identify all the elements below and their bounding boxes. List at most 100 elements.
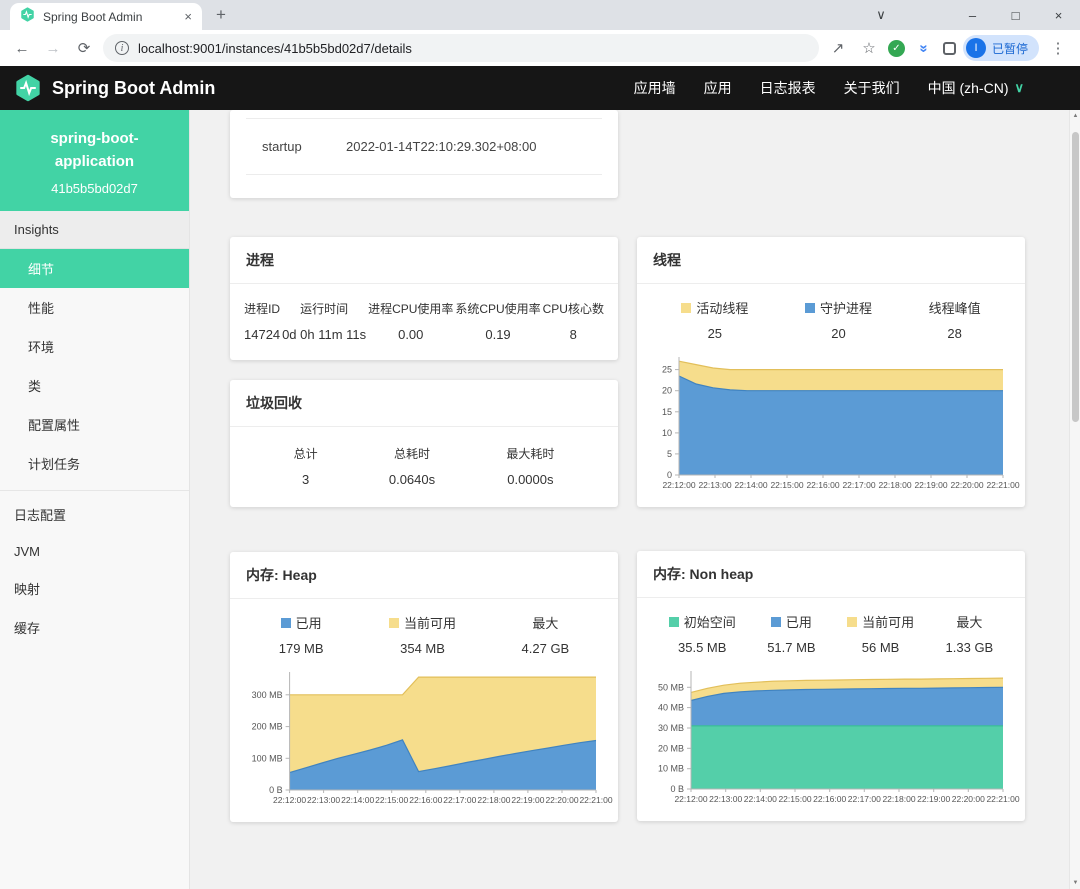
paused-label: 已暂停 [992, 40, 1028, 57]
svg-text:300 MB: 300 MB [252, 690, 283, 700]
sidebar-item-config-props[interactable]: 配置属性 [0, 405, 189, 444]
svg-text:22:20:00: 22:20:00 [950, 480, 983, 490]
address-bar[interactable]: i localhost:9001/instances/41b5b5bd02d7/… [103, 34, 819, 62]
stat-header: 进程CPU使用率 [368, 300, 453, 317]
svg-text:5: 5 [667, 449, 672, 459]
stat-value: 3 [302, 472, 309, 487]
nonheap-memory-chart: 0 B10 MB20 MB30 MB40 MB50 MB22:12:0022:1… [653, 665, 1009, 805]
legend-item-used: 已用 51.7 MB [767, 612, 815, 655]
legend-item-live-threads: 活动线程 25 [681, 298, 748, 341]
download-chevrons-icon[interactable]: » [915, 36, 932, 60]
svg-text:22:21:00: 22:21:00 [986, 480, 1019, 490]
svg-text:22:20:00: 22:20:00 [952, 794, 985, 804]
tab-title: Spring Boot Admin [43, 10, 176, 24]
stat-col-gc-max-time: 最大耗时 0.0000s [506, 445, 554, 487]
svg-text:20: 20 [662, 386, 672, 396]
legend-item-daemon-threads: 守护进程 20 [805, 298, 872, 341]
window-minimize-button[interactable]: – [951, 8, 994, 23]
legend-swatch [669, 617, 679, 627]
legend-value: 51.7 MB [767, 640, 815, 655]
process-stats: 进程ID 14724 运行时间 0d 0h 11m 11s 进程CPU使用率 0… [230, 284, 618, 360]
browser-menu-icon[interactable]: ⋮ [1046, 39, 1070, 57]
language-selector[interactable]: 中国 (zh-CN) ∨ [928, 78, 1024, 98]
scroll-down-icon[interactable]: ▼ [1070, 877, 1080, 889]
window-close-button[interactable]: × [1037, 8, 1080, 23]
svg-text:22:15:00: 22:15:00 [770, 480, 803, 490]
page-scrollbar[interactable]: ▲ ▼ [1069, 110, 1080, 889]
svg-text:22:21:00: 22:21:00 [986, 794, 1019, 804]
svg-text:22:19:00: 22:19:00 [917, 794, 950, 804]
scroll-up-icon[interactable]: ▲ [1070, 110, 1080, 122]
bookmark-star-icon[interactable]: ☆ [857, 39, 881, 57]
nav-item-wallboard[interactable]: 应用墙 [634, 78, 676, 98]
sidebar-item-environment[interactable]: 环境 [0, 327, 189, 366]
process-card: 进程 进程ID 14724 运行时间 0d 0h 11m 11s 进程CPU使用… [230, 237, 618, 360]
legend-swatch [681, 303, 691, 313]
site-info-icon[interactable]: i [115, 41, 129, 55]
startup-card: startup 2022-01-14T22:10:29.302+08:00 [230, 110, 618, 198]
legend-label: 活动线程 [696, 298, 748, 317]
legend-swatch [281, 618, 291, 628]
legend-label: 当前可用 [404, 613, 456, 632]
stat-value: 0.0000s [507, 472, 553, 487]
nav-item-applications[interactable]: 应用 [704, 78, 732, 98]
app-nav: 应用墙 应用 日志报表 关于我们 中国 (zh-CN) ∨ [634, 78, 1066, 98]
sidebar-item-mappings[interactable]: 映射 [0, 569, 189, 608]
legend-item-max: 最大 4.27 GB [522, 613, 570, 656]
chevron-down-icon: ∨ [1014, 80, 1024, 96]
extension-icon[interactable] [943, 42, 956, 55]
svg-text:200 MB: 200 MB [252, 722, 283, 732]
sidebar-item-metrics[interactable]: 性能 [0, 288, 189, 327]
legend-label: 当前可用 [862, 612, 914, 631]
legend-label: 最大 [532, 613, 558, 632]
window-maximize-button[interactable]: □ [994, 8, 1037, 23]
language-label: 中国 (zh-CN) [928, 78, 1009, 98]
sidebar-item-details[interactable]: 细节 [0, 249, 189, 288]
browser-tab[interactable]: Spring Boot Admin × [10, 3, 202, 30]
nav-item-about[interactable]: 关于我们 [844, 78, 900, 98]
stat-value: 0d 0h 11m 11s [282, 327, 366, 342]
legend-value: 20 [805, 326, 872, 341]
nonheap-card-title: 内存: Non heap [637, 551, 1025, 598]
nav-item-journal[interactable]: 日志报表 [760, 78, 816, 98]
legend-item-initial: 初始空间 35.5 MB [669, 612, 736, 655]
legend-item-max: 最大 1.33 GB [946, 612, 994, 655]
sidebar-item-loggers[interactable]: 日志配置 [0, 495, 189, 534]
svg-text:22:19:00: 22:19:00 [511, 795, 544, 805]
legend-value: 1.33 GB [946, 640, 994, 655]
svg-text:22:13:00: 22:13:00 [307, 795, 340, 805]
sidebar-section-insights: Insights [0, 211, 189, 249]
sidebar-item-jvm[interactable]: JVM [0, 534, 189, 569]
legend-value: 179 MB [279, 641, 324, 656]
refresh-button[interactable]: ⟳ [72, 39, 96, 57]
new-tab-button[interactable]: + [216, 5, 226, 25]
svg-text:22:17:00: 22:17:00 [842, 480, 875, 490]
back-button[interactable]: ← [10, 40, 34, 57]
svg-text:22:12:00: 22:12:00 [674, 794, 707, 804]
svg-text:50 MB: 50 MB [658, 682, 684, 692]
stat-col-cpus: CPU核心数 8 [543, 300, 604, 342]
window-controls: ∨ – □ × [851, 0, 1080, 30]
adblock-extension-icon[interactable]: ✓ [888, 40, 905, 57]
profile-paused-badge[interactable]: I 已暂停 [963, 35, 1039, 61]
sidebar-item-scheduled-tasks[interactable]: 计划任务 [0, 444, 189, 483]
stat-header: 运行时间 [300, 300, 348, 317]
legend-value: 35.5 MB [669, 640, 736, 655]
stat-header: 最大耗时 [506, 445, 554, 462]
threads-chart: 051015202522:12:0022:13:0022:14:0022:15:… [653, 351, 1009, 491]
sidebar-item-caches[interactable]: 缓存 [0, 608, 189, 647]
scrollbar-thumb[interactable] [1072, 132, 1079, 422]
sidebar-item-classes[interactable]: 类 [0, 366, 189, 405]
svg-text:22:15:00: 22:15:00 [375, 795, 408, 805]
url-text[interactable]: localhost:9001/instances/41b5b5bd02d7/de… [138, 41, 412, 56]
forward-button[interactable]: → [41, 40, 65, 57]
svg-text:22:20:00: 22:20:00 [545, 795, 578, 805]
heap-card-title: 内存: Heap [230, 552, 618, 599]
svg-text:20 MB: 20 MB [658, 743, 684, 753]
tab-close-icon[interactable]: × [184, 9, 192, 24]
stat-value: 8 [570, 327, 577, 342]
tab-search-caret-icon[interactable]: ∨ [851, 7, 911, 23]
svg-text:22:16:00: 22:16:00 [409, 795, 442, 805]
share-icon[interactable]: ↗ [826, 39, 850, 57]
stat-col-gc-count: 总计 3 [294, 445, 318, 487]
